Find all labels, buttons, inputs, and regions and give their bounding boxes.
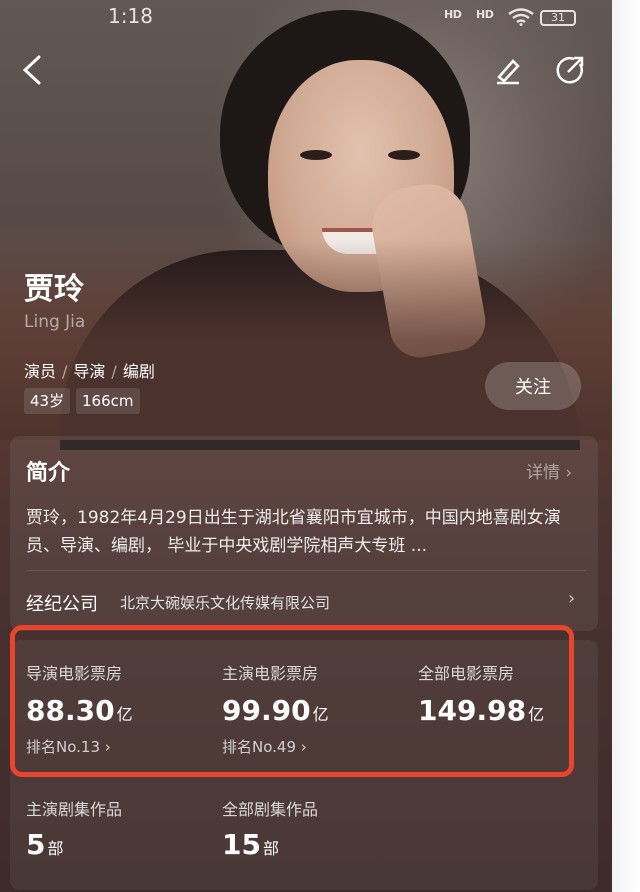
follow-button[interactable]: 关注 [485,362,581,410]
chevron-right-icon: › [565,463,573,483]
profile-screen: 1:18 HD HD 31 贾玲 Ling Jia 演员 / 导演 / 编剧 43岁 1… [0,0,612,892]
status-bar: 1:18 HD HD 31 [0,4,612,28]
role-screenwriter: 编剧 [122,362,155,381]
intro-text[interactable]: 贾玲，1982年4月29日出生于湖北省襄阳市宜城市，中国内地喜剧女演员、导演、编… [26,504,582,560]
back-button[interactable] [12,50,52,90]
intro-detail-link[interactable]: 详情 › [526,458,572,483]
total-series-value[interactable]: 15 部 [222,828,279,861]
share-button[interactable] [550,50,590,90]
pencil-icon [497,59,520,85]
role-actor: 演员 [24,362,57,381]
edit-button[interactable] [488,50,528,90]
battery-icon: 31 [540,10,576,26]
share-icon [556,56,584,84]
signal-icon: HD [444,8,462,21]
starred-series-label: 主演剧集作品 [26,800,123,819]
divider [26,570,586,571]
height-chip: 166cm [76,388,140,414]
age-chip: 43岁 [24,388,71,414]
agency-value[interactable]: 北京大碗娱乐文化传媒有限公司 [120,592,330,613]
highlight-box [10,625,574,777]
intro-title: 简介 [26,461,71,486]
total-series-label: 全部剧集作品 [222,800,319,819]
chevron-left-icon [22,55,41,85]
chevron-right-icon[interactable]: › [568,588,575,609]
agency-label: 经纪公司 [26,594,98,615]
wifi-icon [508,8,534,26]
latin-name: Ling Jia [24,312,86,332]
status-time: 1:18 [108,4,153,28]
role-director: 导演 [73,362,106,381]
celebrity-name: 贾玲 [24,272,84,307]
signal-icon-2: HD [476,8,494,21]
roles-list: 演员 / 导演 / 编剧 [24,362,155,381]
starred-series-value[interactable]: 5部 [26,828,64,861]
background-strip [612,0,640,892]
